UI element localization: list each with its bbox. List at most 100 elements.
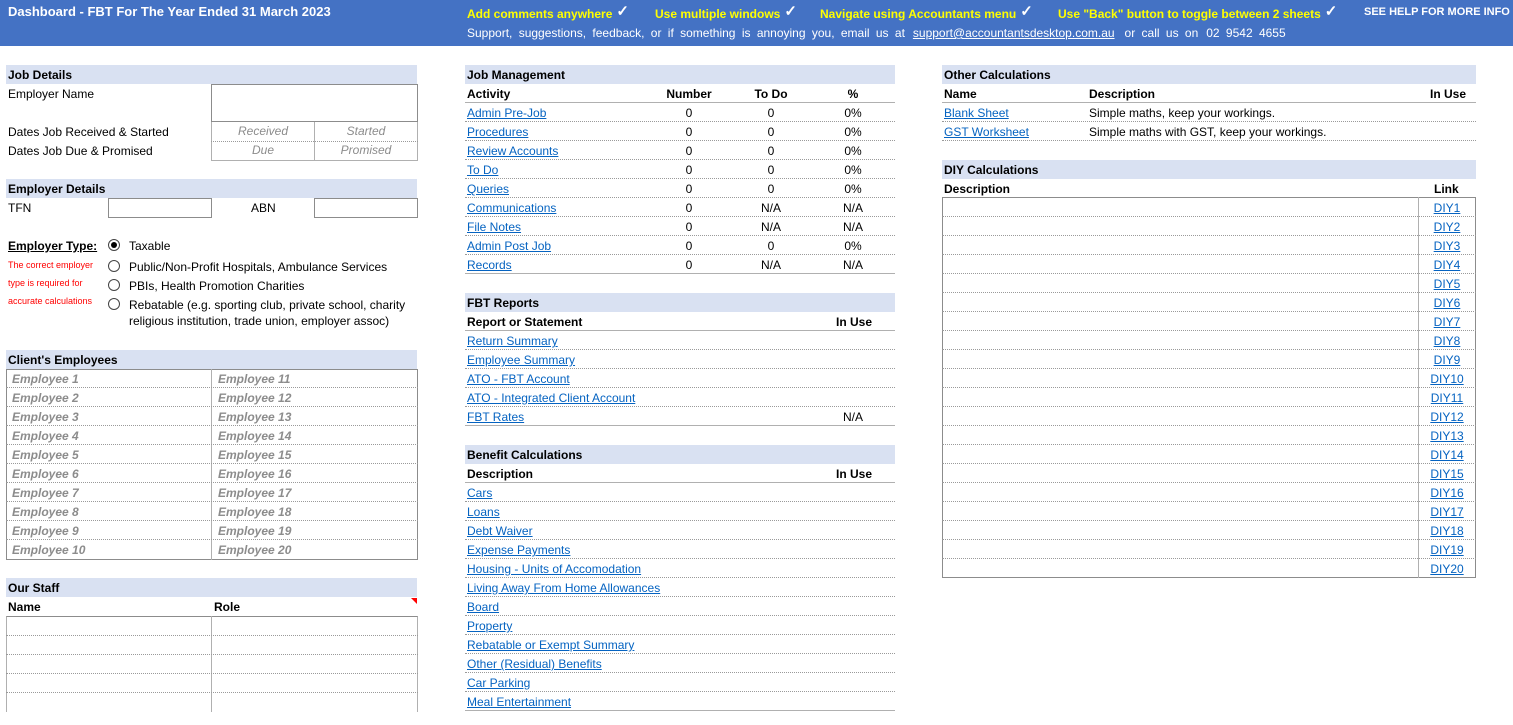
fbt-report-link[interactable]: ATO - Integrated Client Account	[467, 391, 635, 405]
jm-activity-link[interactable]: To Do	[467, 163, 498, 177]
diy-link[interactable]: DIY9	[1419, 353, 1475, 367]
tip-windows-label: Use multiple windows	[655, 7, 781, 21]
employee-slot[interactable]: Employee 10	[12, 543, 85, 557]
diy-link[interactable]: DIY12	[1419, 410, 1475, 424]
benefit-calc-link[interactable]: Property	[467, 619, 512, 633]
diy-link[interactable]: DIY20	[1419, 562, 1475, 576]
jm-activity-link[interactable]: Procedures	[467, 125, 528, 139]
benefit-calc-link[interactable]: Rebatable or Exempt Summary	[467, 638, 634, 652]
benefit-calc-link[interactable]: Board	[467, 600, 499, 614]
employee-slot[interactable]: Employee 5	[12, 448, 79, 462]
diy-link[interactable]: DIY2	[1419, 220, 1475, 234]
benefit-calc-link[interactable]: Cars	[467, 486, 492, 500]
benefit-row-line	[465, 596, 895, 597]
diy-link[interactable]: DIY16	[1419, 486, 1475, 500]
jm-activity-link[interactable]: Communications	[467, 201, 556, 215]
employee-slot[interactable]: Employee 4	[12, 429, 79, 443]
abn-input[interactable]	[314, 198, 418, 218]
fbt-report-link[interactable]: FBT Rates	[467, 410, 524, 424]
option-rebatable-label-2: religious institution, trade union, empl…	[129, 314, 390, 328]
benefit-calc-link[interactable]: Car Parking	[467, 676, 530, 690]
jm-activity-link[interactable]: Admin Pre-Job	[467, 106, 546, 120]
benefit-calc-link[interactable]: Debt Waiver	[467, 524, 533, 538]
employee-slot[interactable]: Employee 19	[218, 524, 291, 538]
diy-link[interactable]: DIY4	[1419, 258, 1475, 272]
tfn-input[interactable]	[108, 198, 212, 218]
employee-slot[interactable]: Employee 15	[218, 448, 291, 462]
diy-row-line	[942, 292, 1476, 293]
diy-link[interactable]: DIY13	[1419, 429, 1475, 443]
benefit-calc-link[interactable]: Loans	[467, 505, 500, 519]
employee-slot[interactable]: Employee 8	[12, 505, 79, 519]
option-taxable-label: Taxable	[129, 239, 171, 253]
employee-row-line	[6, 387, 418, 388]
benefit-calc-link[interactable]: Other (Residual) Benefits	[467, 657, 602, 671]
jm-number: 0	[685, 144, 693, 158]
promised-date-field[interactable]: Promised	[315, 143, 417, 157]
employee-slot[interactable]: Employee 14	[218, 429, 291, 443]
diy-link[interactable]: DIY18	[1419, 524, 1475, 538]
diy-link[interactable]: DIY8	[1419, 334, 1475, 348]
jm-col-activity: Activity	[467, 87, 511, 101]
diy-link[interactable]: DIY1	[1419, 201, 1475, 215]
radio-taxable[interactable]	[108, 239, 120, 251]
employee-slot[interactable]: Employee 1	[12, 372, 79, 386]
jm-activity-link[interactable]: Admin Post Job	[467, 239, 551, 253]
employee-slot[interactable]: Employee 11	[218, 372, 290, 386]
employee-slot[interactable]: Employee 16	[218, 467, 291, 481]
fbt-report-link[interactable]: ATO - FBT Account	[467, 372, 570, 386]
benefit-row-line	[465, 501, 895, 502]
jm-activity-link[interactable]: Queries	[467, 182, 509, 196]
blank-sheet-link[interactable]: Blank Sheet	[944, 106, 1009, 120]
benefit-calc-link[interactable]: Expense Payments	[467, 543, 570, 557]
gst-worksheet-link[interactable]: GST Worksheet	[944, 125, 1029, 139]
diy-link[interactable]: DIY7	[1419, 315, 1475, 329]
help-link[interactable]: SEE HELP FOR MORE INFO	[1364, 6, 1510, 18]
diy-link[interactable]: DIY11	[1419, 391, 1475, 405]
employee-slot[interactable]: Employee 6	[12, 467, 79, 481]
due-date-field[interactable]: Due	[212, 143, 314, 157]
diy-link[interactable]: DIY19	[1419, 543, 1475, 557]
radio-rebatable[interactable]	[108, 298, 120, 310]
employee-slot[interactable]: Employee 12	[218, 391, 291, 405]
staff-col-role: Role	[214, 600, 241, 614]
diy-link[interactable]: DIY14	[1419, 448, 1475, 462]
employee-slot[interactable]: Employee 18	[218, 505, 291, 519]
employee-slot[interactable]: Employee 7	[12, 486, 79, 500]
employee-slot[interactable]: Employee 9	[12, 524, 79, 538]
diy-link[interactable]: DIY17	[1419, 505, 1475, 519]
radio-pbi-charities[interactable]	[108, 279, 120, 291]
jm-activity-link[interactable]: Review Accounts	[467, 144, 558, 158]
started-date-field[interactable]: Started	[315, 124, 417, 138]
diy-link[interactable]: DIY3	[1419, 239, 1475, 253]
benefit-calc-link[interactable]: Living Away From Home Allowances	[467, 581, 660, 595]
staff-grid[interactable]	[6, 616, 418, 712]
fbt-report-link[interactable]: Return Summary	[467, 334, 558, 348]
employee-slot[interactable]: Employee 3	[12, 410, 79, 424]
employee-slot[interactable]: Employee 17	[218, 486, 291, 500]
staff-divider	[211, 616, 212, 712]
job-management-header: Job Management	[465, 65, 895, 84]
support-email-link[interactable]: support@accountantsdesktop.com.au	[913, 26, 1115, 40]
employee-slot[interactable]: Employee 13	[218, 410, 291, 424]
received-date-field[interactable]: Received	[212, 124, 314, 138]
benefit-calc-link[interactable]: Housing - Units of Accomodation	[467, 562, 641, 576]
support-line: Support, suggestions, feedback, or if so…	[467, 26, 1286, 40]
diy-link[interactable]: DIY5	[1419, 277, 1475, 291]
fbt-report-link[interactable]: Employee Summary	[467, 353, 575, 367]
jm-todo: 0	[767, 144, 775, 158]
diy-link[interactable]: DIY10	[1419, 372, 1475, 386]
option-rebatable-label: Rebatable (e.g. sporting club, private s…	[129, 298, 406, 312]
radio-public-hospitals[interactable]	[108, 260, 120, 272]
jm-activity-link[interactable]: Records	[467, 258, 512, 272]
employee-slot[interactable]: Employee 2	[12, 391, 79, 405]
benefit-calc-link[interactable]: Meal Entertainment	[467, 695, 571, 709]
jm-activity-link[interactable]: File Notes	[467, 220, 521, 234]
diy-row-line	[942, 482, 1476, 483]
jm-number: 0	[685, 125, 693, 139]
employer-name-input[interactable]	[211, 84, 418, 122]
diy-link[interactable]: DIY15	[1419, 467, 1475, 481]
employer-type-label: Employer Type:	[8, 239, 98, 253]
diy-link[interactable]: DIY6	[1419, 296, 1475, 310]
employee-slot[interactable]: Employee 20	[218, 543, 291, 557]
